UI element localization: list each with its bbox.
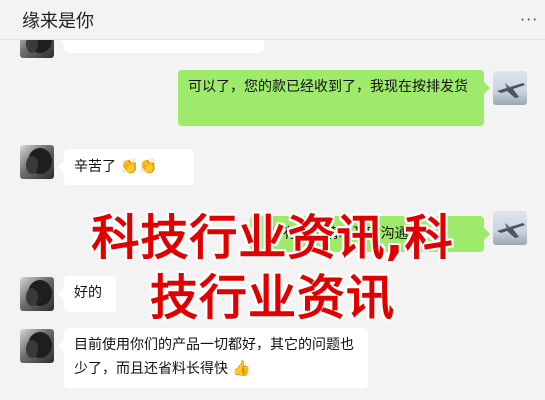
jet-icon <box>497 83 525 98</box>
overlay-headline-line2: 技行业资讯 <box>149 270 395 326</box>
chat-title: 缘来是你 <box>22 11 94 32</box>
message-bubble-incoming[interactable]: 辛苦了 👏👏 <box>58 149 194 185</box>
message-bubble-incoming[interactable] <box>58 40 264 53</box>
title-bar: 缘来是你 ··· <box>0 0 545 40</box>
message-text: 可以了，您的款已经收到了，我现在按排发货 <box>188 79 468 95</box>
more-options-icon[interactable]: ··· <box>520 10 538 29</box>
message-text: 辛苦了 <box>74 159 116 175</box>
contact-avatar[interactable] <box>20 329 54 363</box>
message-text: 目前使用你们的产品一切都好，其它的问题也少了，而且还省料长得快 <box>74 337 354 377</box>
contact-avatar[interactable] <box>20 145 54 179</box>
contact-avatar[interactable] <box>20 40 54 58</box>
message-bubble-incoming[interactable]: 目前使用你们的产品一切都好，其它的问题也少了，而且还省料长得快 👍 <box>58 328 368 388</box>
clap-icon: 👏👏 <box>120 157 158 175</box>
self-avatar[interactable] <box>493 71 527 105</box>
message-bubble-outgoing[interactable]: 可以了，您的款已经收到了，我现在按排发货 <box>178 70 490 126</box>
thumbs-up-icon: 👍 <box>232 359 251 377</box>
